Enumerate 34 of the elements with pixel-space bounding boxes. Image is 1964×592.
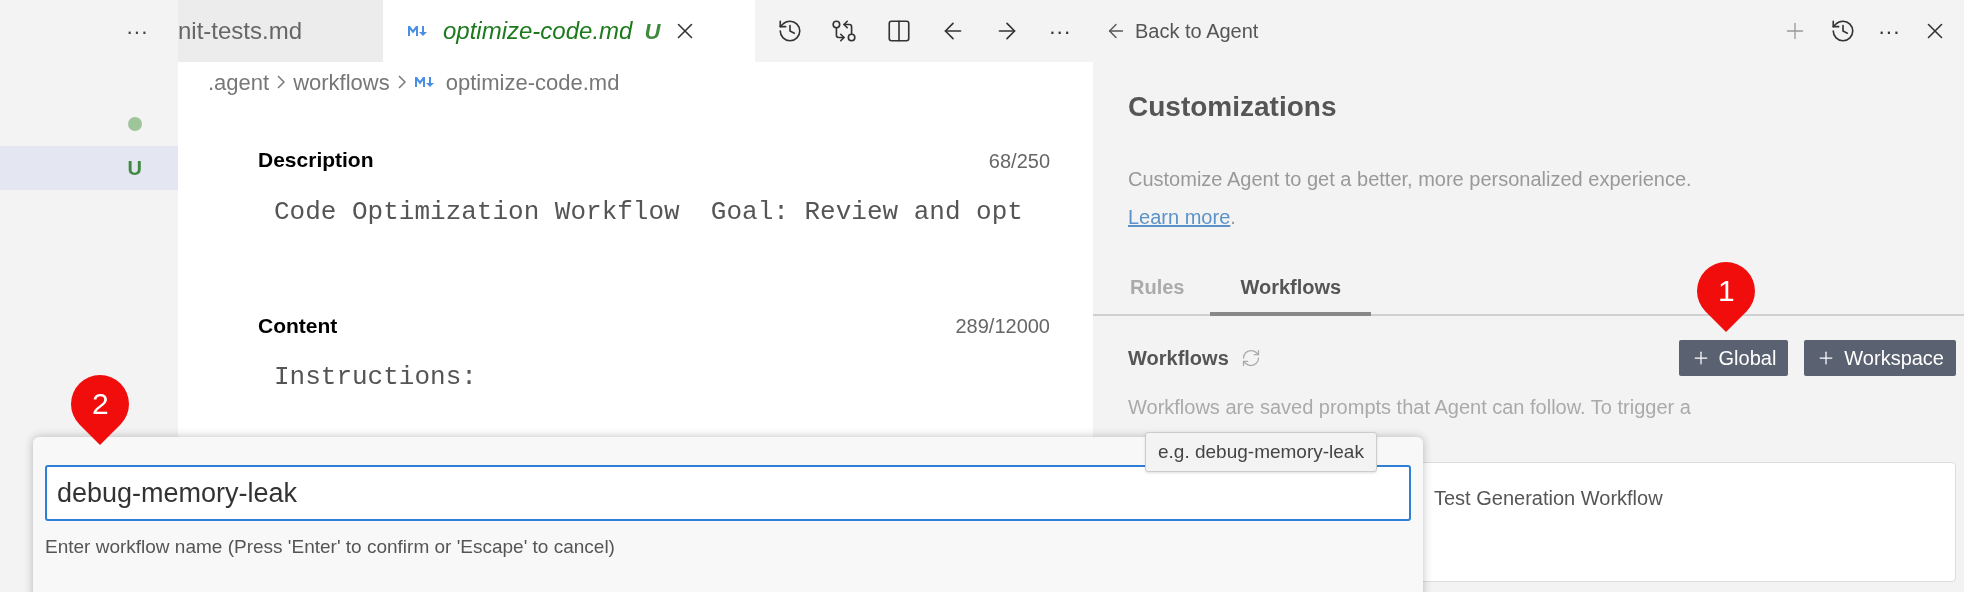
card-title: Test Generation Workflow [1434, 487, 1663, 509]
split-editor-icon[interactable] [885, 18, 912, 44]
character-counter: 68/250 [988, 148, 1050, 174]
character-counter: 289/12000 [955, 314, 1050, 339]
breadcrumb-item[interactable]: workflows [293, 65, 390, 99]
breadcrumb-item[interactable]: optimize-code.md [445, 65, 620, 99]
compare-icon[interactable] [831, 18, 858, 44]
status-letter: U [644, 17, 661, 46]
field-label: Description [258, 147, 374, 173]
more-icon[interactable]: ··· [1878, 14, 1900, 48]
panel-title: Customizations [1128, 90, 1338, 124]
editor-tab[interactable]: nit-tests.md [178, 0, 383, 62]
tooltip: e.g. debug-memory-leak [1145, 432, 1377, 472]
status-letter: U [127, 156, 142, 181]
name-input-field[interactable]: debug-memory-leak [45, 465, 1411, 521]
panel-tab[interactable]: Workflows [1210, 272, 1372, 316]
history-icon[interactable] [1830, 18, 1856, 44]
back-button[interactable]: Back to Agent [1105, 16, 1259, 46]
add-button[interactable]: Global [1678, 340, 1789, 376]
chevron-icon [397, 75, 406, 89]
field-label: Content [258, 312, 338, 339]
section-description: Workflows are saved prompts that Agent can follow. To trigger a [1127, 395, 1692, 420]
text-line: Instructions: [274, 361, 478, 393]
more-icon[interactable]: ··· [1048, 14, 1071, 48]
panel-description: Customize Agent to get a better, more personalized experience. Learn more. [1128, 167, 1693, 230]
input-hint: Enter workflow name (Press 'Enter' to confirm or 'Escape' to cancel) [45, 535, 616, 559]
chevron-icon [277, 75, 286, 89]
sidebar-row[interactable]: U [0, 146, 178, 190]
more-icon[interactable]: ··· [126, 14, 148, 48]
breadcrumb-item[interactable]: .agent [208, 65, 270, 99]
editor-tab[interactable]: optimize-code.md U [383, 0, 755, 62]
add-button[interactable]: Workspace [1804, 340, 1956, 376]
section-title: Workflows [1128, 346, 1229, 371]
text-line: Code Optimization Workflow Goal: Review and opt [274, 195, 1024, 228]
